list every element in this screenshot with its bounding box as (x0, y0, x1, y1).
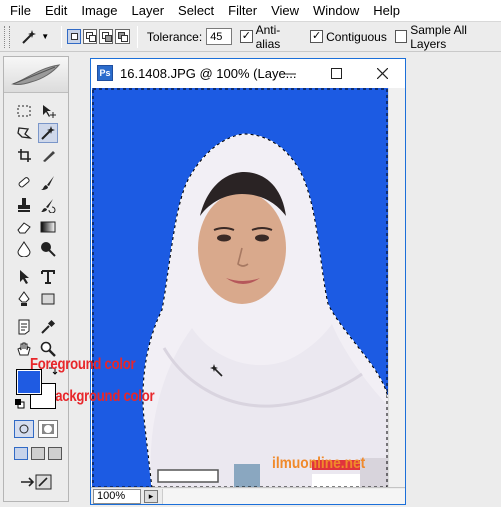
close-button[interactable] (359, 59, 405, 87)
tolerance-input[interactable] (206, 28, 233, 45)
foreground-color-swatch[interactable] (16, 369, 42, 395)
foreground-color-annotation: Foreground color (30, 356, 136, 373)
shape-icon[interactable] (38, 289, 58, 309)
type-icon[interactable] (38, 267, 58, 287)
options-bar: ▼ Tolerance: ✓ Anti-alias ✓ Contiguous S… (0, 21, 501, 52)
new-selection-button[interactable] (66, 29, 81, 44)
brush-icon[interactable] (38, 173, 58, 193)
jump-to-imageready-button[interactable] (16, 471, 56, 493)
minimize-icon (284, 73, 296, 74)
clone-stamp-icon[interactable] (14, 195, 34, 215)
standard-screen-button[interactable] (14, 447, 28, 460)
eraser-icon[interactable] (14, 217, 34, 237)
blur-icon[interactable] (14, 239, 34, 259)
menu-edit[interactable]: Edit (38, 0, 74, 21)
image-canvas[interactable] (92, 88, 388, 488)
menu-help[interactable]: Help (366, 0, 407, 21)
healing-brush-icon[interactable] (14, 173, 34, 193)
zoom-level[interactable]: 100% (93, 488, 141, 504)
tolerance-label: Tolerance: (146, 29, 203, 44)
photoshop-document-icon: Ps (97, 65, 113, 81)
move-icon[interactable] (38, 101, 58, 121)
document-titlebar[interactable]: Ps 16.1408.JPG @ 100% (Laye... (91, 59, 405, 87)
maximize-icon (330, 67, 342, 79)
standard-mode-button[interactable] (14, 420, 34, 438)
status-menu-icon[interactable]: ▸ (144, 489, 158, 503)
gradient-icon[interactable] (38, 217, 58, 237)
menu-bar: File Edit Image Layer Select Filter View… (0, 0, 501, 21)
toolbox (3, 56, 69, 502)
sample-all-layers-checkbox[interactable]: Sample All Layers (394, 22, 501, 51)
rectangular-marquee-icon[interactable] (14, 101, 34, 121)
menu-image[interactable]: Image (74, 0, 124, 21)
notes-icon[interactable] (14, 317, 34, 337)
minimize-button[interactable] (267, 59, 313, 87)
portrait-photo (92, 88, 388, 488)
toolbox-header[interactable] (4, 57, 68, 93)
menu-select[interactable]: Select (171, 0, 221, 21)
menu-window[interactable]: Window (306, 0, 366, 21)
horizontal-scrollbar[interactable] (162, 488, 405, 504)
menu-filter[interactable]: Filter (221, 0, 264, 21)
full-screen-menu-button[interactable] (31, 447, 45, 460)
default-colors-icon[interactable] (15, 399, 25, 409)
sample-all-layers-label: Sample All Layers (410, 22, 467, 51)
vertical-scrollbar[interactable] (388, 88, 405, 488)
history-brush-icon[interactable] (38, 195, 58, 215)
path-selection-icon[interactable] (14, 267, 34, 287)
check-icon: ✓ (310, 30, 324, 43)
dodge-icon[interactable] (38, 239, 58, 259)
lasso-icon[interactable] (14, 123, 34, 143)
magic-wand-icon (22, 29, 37, 44)
subtract-from-selection-button[interactable] (99, 29, 114, 44)
background-color-annotation: Background color (46, 388, 155, 405)
watermark: ilmuonline.net (272, 455, 366, 472)
feather-logo-icon (11, 63, 61, 85)
full-screen-button[interactable] (48, 447, 62, 460)
imageready-icon (21, 474, 52, 490)
menu-file[interactable]: File (3, 0, 38, 21)
add-to-selection-button[interactable] (82, 29, 98, 44)
document-statusbar: 100% ▸ (91, 487, 405, 504)
intersect-selection-button[interactable] (115, 29, 130, 44)
pen-icon[interactable] (14, 289, 34, 309)
contiguous-checkbox[interactable]: ✓ Contiguous (310, 30, 387, 44)
screen-mode-group (14, 447, 62, 460)
quick-mask-button[interactable] (38, 420, 58, 438)
chevron-down-icon: ▼ (41, 32, 50, 41)
magic-wand-icon[interactable] (38, 123, 58, 143)
contiguous-label: Contiguous (326, 29, 387, 44)
antialias-label: Anti-alias (255, 22, 281, 51)
check-icon: ✓ (240, 30, 253, 43)
crop-icon[interactable] (14, 145, 34, 165)
antialias-checkbox[interactable]: ✓ Anti-alias (240, 23, 302, 51)
menu-layer[interactable]: Layer (125, 0, 172, 21)
slice-icon[interactable] (38, 145, 58, 165)
eyedropper-icon[interactable] (38, 317, 58, 337)
maximize-button[interactable] (313, 59, 359, 87)
document-window: Ps 16.1408.JPG @ 100% (Laye... 100% ▸ (90, 58, 406, 505)
tool-preset-picker[interactable]: ▼ (14, 26, 56, 48)
options-grip[interactable] (4, 25, 10, 48)
close-icon (376, 67, 388, 79)
mask-mode-group (14, 420, 58, 438)
menu-view[interactable]: View (264, 0, 306, 21)
